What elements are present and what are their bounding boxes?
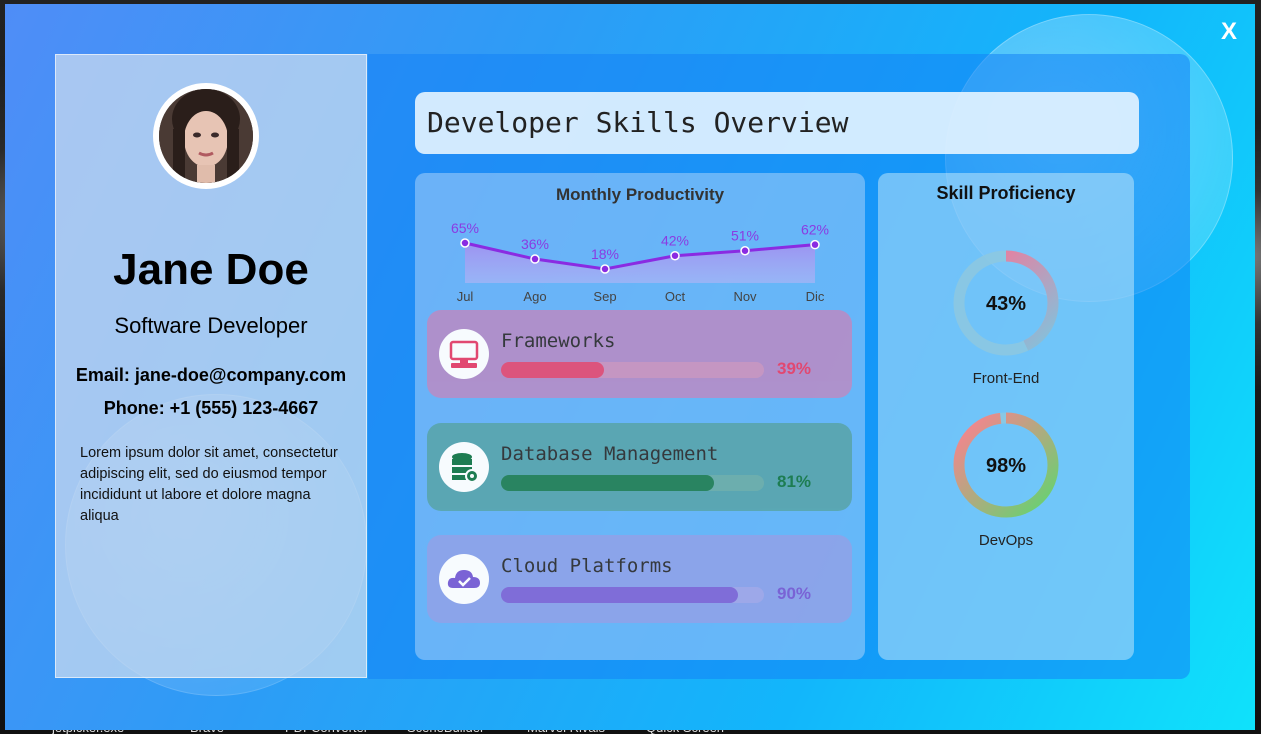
- profile-bio: Lorem ipsum dolor sit amet, consectetur …: [80, 445, 338, 524]
- chart-point: [460, 238, 470, 248]
- dashboard-title-bar: Developer Skills Overview: [415, 92, 1139, 154]
- profile-role: Software Developer: [114, 313, 308, 338]
- profile-email: Email: jane-doe@company.com: [75, 365, 347, 385]
- skill-percent: 81%: [777, 472, 812, 491]
- skill-progress-fill: [501, 362, 604, 378]
- donut-value: 43%: [986, 293, 1026, 315]
- skill-name: Database Management: [501, 443, 719, 465]
- chart-tick-label: Sep: [593, 289, 616, 304]
- chart-data-label: 36%: [521, 236, 549, 252]
- database-gear-icon: [439, 442, 489, 492]
- avatar-portrait-icon: [159, 89, 253, 183]
- skill-percent: 90%: [777, 584, 812, 603]
- chart-point: [530, 254, 540, 264]
- chart-data-label: 62%: [801, 222, 829, 238]
- donut-value: 98%: [986, 455, 1026, 477]
- skill-row-cloud: Cloud Platforms 90%: [427, 535, 852, 623]
- skill-progress-fill: [501, 587, 738, 603]
- donut-label: Front-End: [972, 370, 1040, 387]
- close-button[interactable]: X: [1221, 18, 1237, 46]
- cloud-check-icon: [439, 554, 489, 604]
- chart-data-label: 42%: [661, 233, 689, 249]
- profile-phone: Phone: +1 (555) 123-4667: [103, 398, 319, 418]
- skill-name: Frameworks: [501, 330, 616, 352]
- chart-point: [600, 264, 610, 274]
- chart-tick-label: Dic: [806, 289, 825, 304]
- chart-data-label: 65%: [451, 220, 479, 236]
- profile-name: Jane Doe: [113, 245, 309, 294]
- app-window: X Jane Doe Software Developer Email: jan…: [5, 4, 1255, 730]
- proficiency-title: Skill Proficiency: [936, 183, 1076, 203]
- skill-progress-track: [501, 475, 764, 491]
- skill-row-frameworks: Frameworks 39%: [427, 310, 852, 398]
- chart-tick-label: Nov: [733, 289, 757, 304]
- proficiency-card: Skill Proficiency 43% Front-End 98% DevO…: [878, 173, 1134, 660]
- donut-devops: 98%: [953, 412, 1059, 518]
- dashboard-title: Developer Skills Overview: [427, 106, 849, 139]
- chart-data-label: 51%: [731, 228, 759, 244]
- chart-tick-label: Oct: [665, 289, 686, 304]
- donut-label: DevOps: [978, 532, 1034, 549]
- skill-progress-fill: [501, 475, 715, 491]
- chart-tick-label: Ago: [523, 289, 546, 304]
- chart-tick-label: Jul: [457, 289, 474, 304]
- skill-row-database: Database Management 81%: [427, 423, 852, 511]
- chart-point: [740, 245, 750, 256]
- donut-front-end: 43%: [953, 250, 1059, 356]
- skill-percent: 39%: [777, 359, 812, 378]
- avatar: [153, 83, 259, 189]
- skill-progress-track: [501, 362, 764, 378]
- skill-name: Cloud Platforms: [501, 555, 673, 577]
- monitor-icon: [439, 329, 489, 379]
- profile-card: Jane Doe Software Developer Email: jane-…: [55, 54, 367, 678]
- chart-data-label: 18%: [591, 246, 619, 262]
- chart-title: Monthly Productivity: [555, 185, 725, 204]
- skill-progress-track: [501, 587, 764, 603]
- productivity-card: Monthly Productivity 65% Jul 36% Ago 18% Sep 4…: [415, 173, 865, 660]
- chart-point: [810, 239, 820, 250]
- chart-point: [670, 250, 680, 261]
